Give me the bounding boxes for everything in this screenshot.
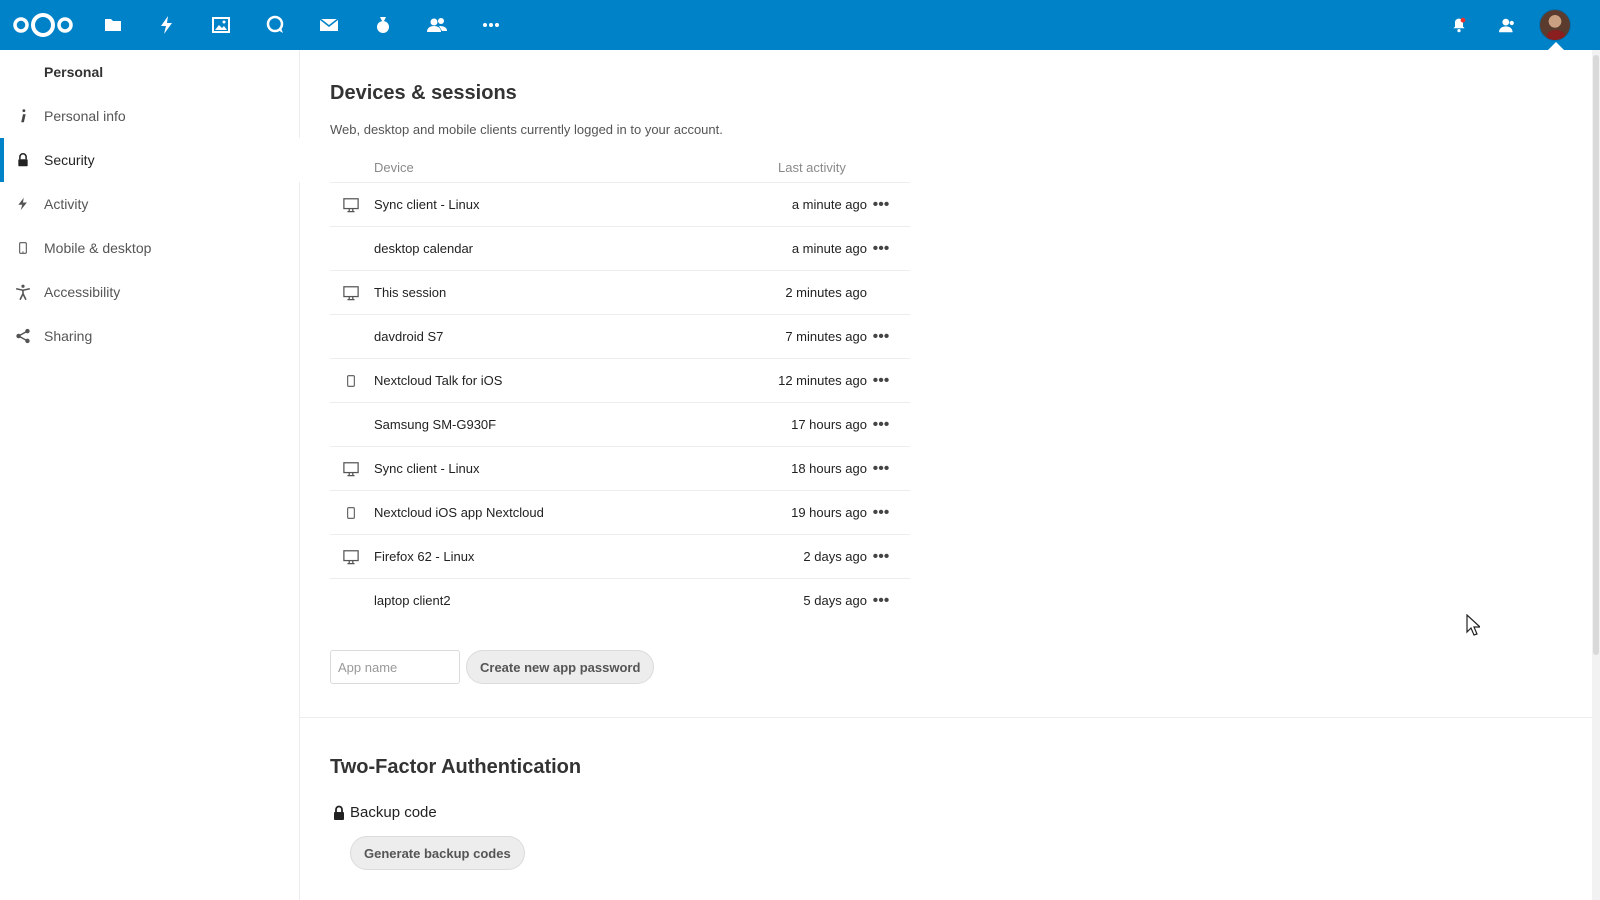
- device-icon-empty: [342, 416, 360, 434]
- device-name: davdroid S7: [374, 329, 444, 344]
- table-row: Sync client - Linux 18 hours ago •••: [330, 446, 910, 491]
- device-last-activity: 2 days ago: [803, 549, 867, 564]
- table-row: Samsung SM-G930F 17 hours ago •••: [330, 402, 910, 447]
- sidebar-item-label: Accessibility: [44, 284, 121, 300]
- app-name-input[interactable]: [330, 650, 460, 684]
- files-icon[interactable]: [101, 13, 125, 37]
- desktop-icon: [342, 460, 360, 478]
- device-name: Nextcloud iOS app Nextcloud: [374, 505, 544, 520]
- table-row: Nextcloud Talk for iOS 12 minutes ago •••: [330, 358, 910, 403]
- user-avatar[interactable]: [1539, 9, 1571, 41]
- settings-sidebar: Personal Personal info Security Activity…: [0, 50, 300, 900]
- more-options-icon[interactable]: •••: [870, 371, 892, 391]
- backup-code-label: Backup code: [350, 804, 437, 821]
- top-header: [0, 0, 1600, 50]
- device-last-activity: a minute ago: [791, 197, 867, 212]
- nextcloud-logo[interactable]: [12, 10, 74, 40]
- lock-icon: [334, 805, 344, 820]
- device-name: Samsung SM-G930F: [374, 417, 497, 432]
- notifications-icon[interactable]: [1447, 13, 1471, 37]
- device-last-activity: 7 minutes ago: [785, 329, 867, 344]
- talk-icon[interactable]: [263, 13, 287, 37]
- avatar-caret-icon: [1548, 42, 1564, 50]
- create-app-password-button[interactable]: Create new app password: [466, 650, 655, 684]
- lock-icon: [14, 151, 32, 169]
- device-name: This session: [374, 285, 447, 300]
- table-row: davdroid S7 7 minutes ago •••: [330, 314, 910, 359]
- sidebar-item-mobile-desktop[interactable]: Mobile & desktop: [0, 226, 300, 270]
- mouse-cursor-icon: [1466, 614, 1480, 636]
- table-row: laptop client2 5 days ago •••: [330, 578, 910, 623]
- sidebar-item-personal-info[interactable]: Personal info: [0, 94, 300, 138]
- device-last-activity: 18 hours ago: [791, 461, 867, 476]
- sidebar-item-label: Personal info: [44, 108, 126, 124]
- device-icon-empty: [342, 240, 360, 258]
- sidebar-item-activity[interactable]: Activity: [0, 182, 300, 226]
- column-header-last-activity: Last activity: [778, 160, 846, 175]
- sidebar-item-label: Sharing: [44, 328, 93, 344]
- deck-icon[interactable]: [371, 13, 395, 37]
- scrollbar-thumb[interactable]: [1593, 55, 1599, 655]
- device-last-activity: a minute ago: [791, 241, 867, 256]
- sidebar-item-sharing[interactable]: Sharing: [0, 314, 300, 358]
- desktop-icon: [342, 196, 360, 214]
- more-options-icon[interactable]: •••: [870, 459, 892, 479]
- two-factor-title: Two-Factor Authentication: [330, 756, 582, 778]
- table-row: Firefox 62 - Linux 2 days ago •••: [330, 534, 910, 579]
- phone-icon: [342, 504, 360, 522]
- activity-icon[interactable]: [155, 13, 179, 37]
- more-options-icon[interactable]: •••: [870, 239, 892, 259]
- device-last-activity: 2 minutes ago: [785, 285, 867, 300]
- share-icon: [14, 327, 32, 345]
- desktop-icon: [342, 548, 360, 566]
- contacts-menu-icon[interactable]: [1495, 13, 1519, 37]
- desktop-icon: [342, 284, 360, 302]
- column-header-device: Device: [374, 160, 414, 175]
- info-icon: [14, 107, 32, 125]
- more-options-icon[interactable]: •••: [870, 327, 892, 347]
- activity-icon: [14, 195, 32, 213]
- table-row: This session 2 minutes ago: [330, 270, 910, 315]
- table-row: Nextcloud iOS app Nextcloud 19 hours ago •…: [330, 490, 910, 535]
- device-name: Sync client - Linux: [374, 197, 480, 212]
- device-last-activity: 19 hours ago: [791, 505, 867, 520]
- more-options-icon[interactable]: •••: [870, 591, 892, 611]
- device-icon-empty: [342, 328, 360, 346]
- device-icon-empty: [342, 592, 360, 610]
- device-last-activity: 17 hours ago: [791, 417, 867, 432]
- more-options-icon[interactable]: •••: [870, 195, 892, 215]
- device-name: Sync client - Linux: [374, 461, 480, 476]
- sidebar-item-label: Security: [44, 152, 95, 168]
- main-content: Devices & sessions Web, desktop and mobi…: [300, 50, 1592, 900]
- photos-icon[interactable]: [209, 13, 233, 37]
- device-name: desktop calendar: [374, 241, 474, 256]
- device-name: laptop client2: [374, 593, 451, 608]
- sidebar-item-label: Mobile & desktop: [44, 240, 152, 256]
- generate-backup-codes-button[interactable]: Generate backup codes: [350, 836, 525, 870]
- device-last-activity: 5 days ago: [803, 593, 867, 608]
- sidebar-item-accessibility[interactable]: Accessibility: [0, 270, 300, 314]
- phone-icon: [14, 239, 32, 257]
- sidebar-item-security[interactable]: Security: [0, 138, 300, 182]
- devices-sessions-title: Devices & sessions: [330, 82, 517, 104]
- more-options-icon[interactable]: •••: [870, 503, 892, 523]
- contacts-icon[interactable]: [425, 13, 449, 37]
- table-row: desktop calendar a minute ago •••: [330, 226, 910, 271]
- sidebar-item-label: Activity: [44, 196, 89, 212]
- section-divider: [300, 717, 1592, 718]
- device-name: Nextcloud Talk for iOS: [374, 373, 503, 388]
- table-row: Sync client - Linux a minute ago •••: [330, 182, 910, 227]
- accessibility-icon: [14, 283, 32, 301]
- more-apps-icon[interactable]: [479, 13, 503, 37]
- device-last-activity: 12 minutes ago: [778, 373, 867, 388]
- device-name: Firefox 62 - Linux: [374, 549, 475, 564]
- mail-icon[interactable]: [317, 13, 341, 37]
- more-options-icon[interactable]: •••: [870, 415, 892, 435]
- sidebar-heading: Personal: [44, 64, 104, 80]
- more-options-icon[interactable]: •••: [870, 547, 892, 567]
- devices-description: Web, desktop and mobile clients currentl…: [330, 122, 723, 137]
- phone-icon: [342, 372, 360, 390]
